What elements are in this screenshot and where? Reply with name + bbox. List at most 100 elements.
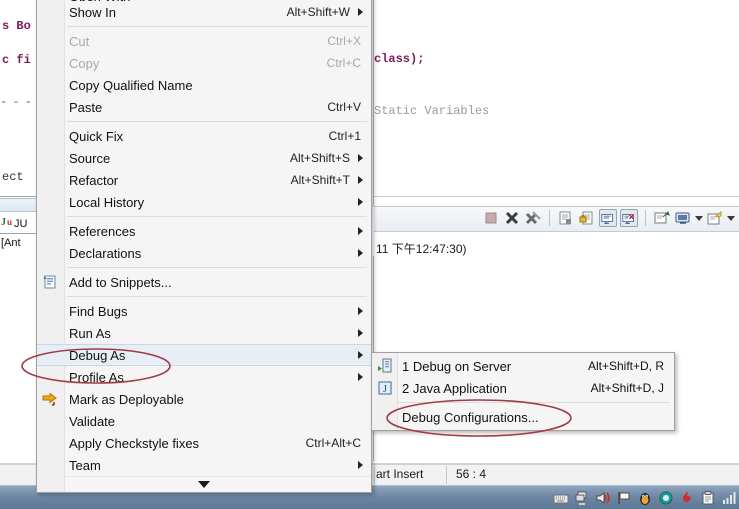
menu-item-copy-accel: Ctrl+C bbox=[326, 56, 361, 70]
menu-item-cut-accel: Ctrl+X bbox=[327, 34, 361, 48]
debug-server-icon bbox=[377, 358, 393, 374]
menu-item-profile-as[interactable]: Profile As bbox=[37, 366, 371, 388]
svg-text:u: u bbox=[7, 217, 12, 227]
menu-item-cut: Cut Ctrl+X bbox=[37, 30, 371, 52]
submenu-item-debug-on-server-label: 1 Debug on Server bbox=[402, 358, 512, 374]
volume-icon[interactable] bbox=[595, 490, 611, 506]
code-fragment-2: c fi bbox=[2, 53, 31, 67]
code-fragment-3: ect bbox=[2, 170, 24, 184]
keyboard-layout-icon[interactable] bbox=[553, 490, 569, 506]
menu-item-mark-as-deployable[interactable]: Mark as Deployable bbox=[37, 388, 371, 410]
submenu-arrow-icon-declarations bbox=[358, 249, 363, 257]
display-selected-console-icon[interactable] bbox=[653, 209, 671, 227]
menu-item-apply-checkstyle-fixes-label: Apply Checkstyle fixes bbox=[69, 435, 200, 451]
menu-item-run-as-label: Run As bbox=[69, 325, 111, 341]
menu-item-copy-qualified-name[interactable]: Copy Qualified Name bbox=[37, 74, 371, 96]
toolbar-divider-1 bbox=[549, 210, 550, 226]
flag-icon[interactable] bbox=[616, 490, 632, 506]
submenu-item-debug-on-server[interactable]: 1 Debug on Server Alt+Shift+D, R bbox=[372, 355, 674, 377]
menu-item-declarations[interactable]: Declarations bbox=[37, 242, 371, 264]
submenu-item-java-application-accel: Alt+Shift+D, J bbox=[590, 381, 664, 395]
submenu-arrow-icon-local-history bbox=[358, 198, 363, 206]
menu-item-refactor[interactable]: Refactor Alt+Shift+T bbox=[37, 169, 371, 191]
menu-item-team[interactable]: Team bbox=[37, 454, 371, 476]
pin-console-icon[interactable] bbox=[599, 209, 617, 227]
menu-item-validate[interactable]: Validate bbox=[37, 410, 371, 432]
submenu-arrow-icon-profile-as bbox=[358, 373, 363, 381]
menu-item-quick-fix[interactable]: Quick Fix Ctrl+1 bbox=[37, 125, 371, 147]
remove-launch-icon[interactable] bbox=[503, 209, 521, 227]
circle-green-icon[interactable] bbox=[658, 490, 674, 506]
submenu-arrow-icon-refactor bbox=[358, 176, 363, 184]
statusbar-divider-1 bbox=[374, 466, 375, 484]
window-restore-icon[interactable] bbox=[574, 490, 590, 506]
menu-item-references[interactable]: References bbox=[37, 220, 371, 242]
menu-item-profile-as-label: Profile As bbox=[69, 369, 124, 385]
menu-separator-1 bbox=[67, 26, 367, 27]
menu-separator-5 bbox=[67, 296, 367, 297]
menu-item-add-to-snippets[interactable]: Add to Snippets... bbox=[37, 271, 371, 293]
terminate-icon[interactable] bbox=[482, 209, 500, 227]
submenu-item-debug-configurations[interactable]: Debug Configurations... bbox=[372, 406, 674, 428]
menu-item-validate-label: Validate bbox=[69, 413, 116, 429]
menu-item-paste[interactable]: Paste Ctrl+V bbox=[37, 96, 371, 118]
flame-icon[interactable] bbox=[679, 490, 695, 506]
menu-item-quick-fix-accel: Ctrl+1 bbox=[328, 129, 361, 143]
left-panel-row-ant-label: [Ant bbox=[1, 237, 21, 249]
menu-item-apply-checkstyle-fixes-accel: Ctrl+Alt+C bbox=[305, 436, 361, 450]
scroll-lock-icon[interactable] bbox=[578, 209, 596, 227]
svg-text:J: J bbox=[383, 384, 387, 395]
code-fragment-1: s Bo bbox=[2, 19, 31, 33]
menu-item-source[interactable]: Source Alt+Shift+S bbox=[37, 147, 371, 169]
menu-item-find-bugs-label: Find Bugs bbox=[69, 303, 128, 319]
editor-bottom-divider bbox=[374, 196, 739, 197]
menu-item-copy-label: Copy bbox=[69, 55, 100, 71]
chevron-down-icon[interactable] bbox=[695, 215, 703, 221]
chevron-down-icon-2[interactable] bbox=[727, 215, 735, 221]
display-console-dropdown-icon[interactable] bbox=[674, 209, 692, 227]
submenu-item-java-application-label: 2 Java Application bbox=[402, 380, 507, 396]
statusbar-divider-2 bbox=[446, 466, 447, 484]
menu-item-show-in-label: Show In bbox=[69, 4, 116, 20]
open-console-icon[interactable] bbox=[557, 209, 575, 227]
submenu-arrow-icon-team bbox=[358, 461, 363, 469]
scroll-down-arrow-icon[interactable] bbox=[37, 476, 371, 492]
menu-item-source-label: Source bbox=[69, 150, 111, 166]
clear-console-icon[interactable] bbox=[620, 209, 638, 227]
menu-item-mark-as-deployable-label: Mark as Deployable bbox=[69, 391, 184, 407]
menu-item-declarations-label: Declarations bbox=[69, 245, 142, 261]
menu-item-local-history-label: Local History bbox=[69, 194, 145, 210]
system-tray bbox=[553, 488, 737, 508]
submenu-arrow-icon bbox=[358, 8, 363, 16]
signal-bars-icon[interactable] bbox=[721, 490, 737, 506]
submenu-arrow-icon-find-bugs bbox=[358, 307, 363, 315]
menu-item-add-to-snippets-label: Add to Snippets... bbox=[69, 274, 172, 290]
menu-item-run-as[interactable]: Run As bbox=[37, 322, 371, 344]
menu-item-show-in-accel: Alt+Shift+W bbox=[286, 5, 350, 19]
menu-item-copy: Copy Ctrl+C bbox=[37, 52, 371, 74]
menu-item-local-history[interactable]: Local History bbox=[37, 191, 371, 213]
context-menu[interactable]: Open With Show In Alt+Shift+W Cut Ctrl+X… bbox=[36, 0, 372, 493]
screen: s Bo c fi - - - - ect Ju JU [Ant class);… bbox=[0, 0, 739, 509]
menu-item-show-in[interactable]: Show In Alt+Shift+W bbox=[37, 1, 371, 23]
menu-item-debug-as[interactable]: Debug As bbox=[37, 344, 371, 366]
left-panel-row-junit[interactable]: Ju JU bbox=[0, 215, 36, 235]
submenu-item-debug-configurations-label: Debug Configurations... bbox=[402, 409, 539, 425]
menu-item-find-bugs[interactable]: Find Bugs bbox=[37, 300, 371, 322]
menu-item-quick-fix-label: Quick Fix bbox=[69, 128, 124, 144]
menu-item-apply-checkstyle-fixes[interactable]: Apply Checkstyle fixes Ctrl+Alt+C bbox=[37, 432, 371, 454]
left-panel-divider-2 bbox=[0, 233, 36, 234]
left-panel-row-junit-label: JU bbox=[14, 218, 28, 230]
menu-separator-3 bbox=[67, 216, 367, 217]
remove-all-terminated-icon[interactable] bbox=[524, 209, 542, 227]
clipboard-icon[interactable] bbox=[700, 490, 716, 506]
submenu-arrow-icon-debug-as bbox=[358, 351, 363, 359]
new-console-view-icon[interactable] bbox=[706, 209, 724, 227]
java-app-icon: J bbox=[377, 380, 393, 396]
qq-penguin-icon[interactable] bbox=[637, 490, 653, 506]
left-panel-row-ant[interactable]: [Ant bbox=[0, 237, 36, 257]
menu-separator-4 bbox=[67, 267, 367, 268]
debug-as-submenu[interactable]: 1 Debug on Server Alt+Shift+D, R J 2 Jav… bbox=[371, 352, 675, 431]
submenu-item-java-application[interactable]: J 2 Java Application Alt+Shift+D, J bbox=[372, 377, 674, 399]
left-panel-divider bbox=[0, 196, 36, 197]
